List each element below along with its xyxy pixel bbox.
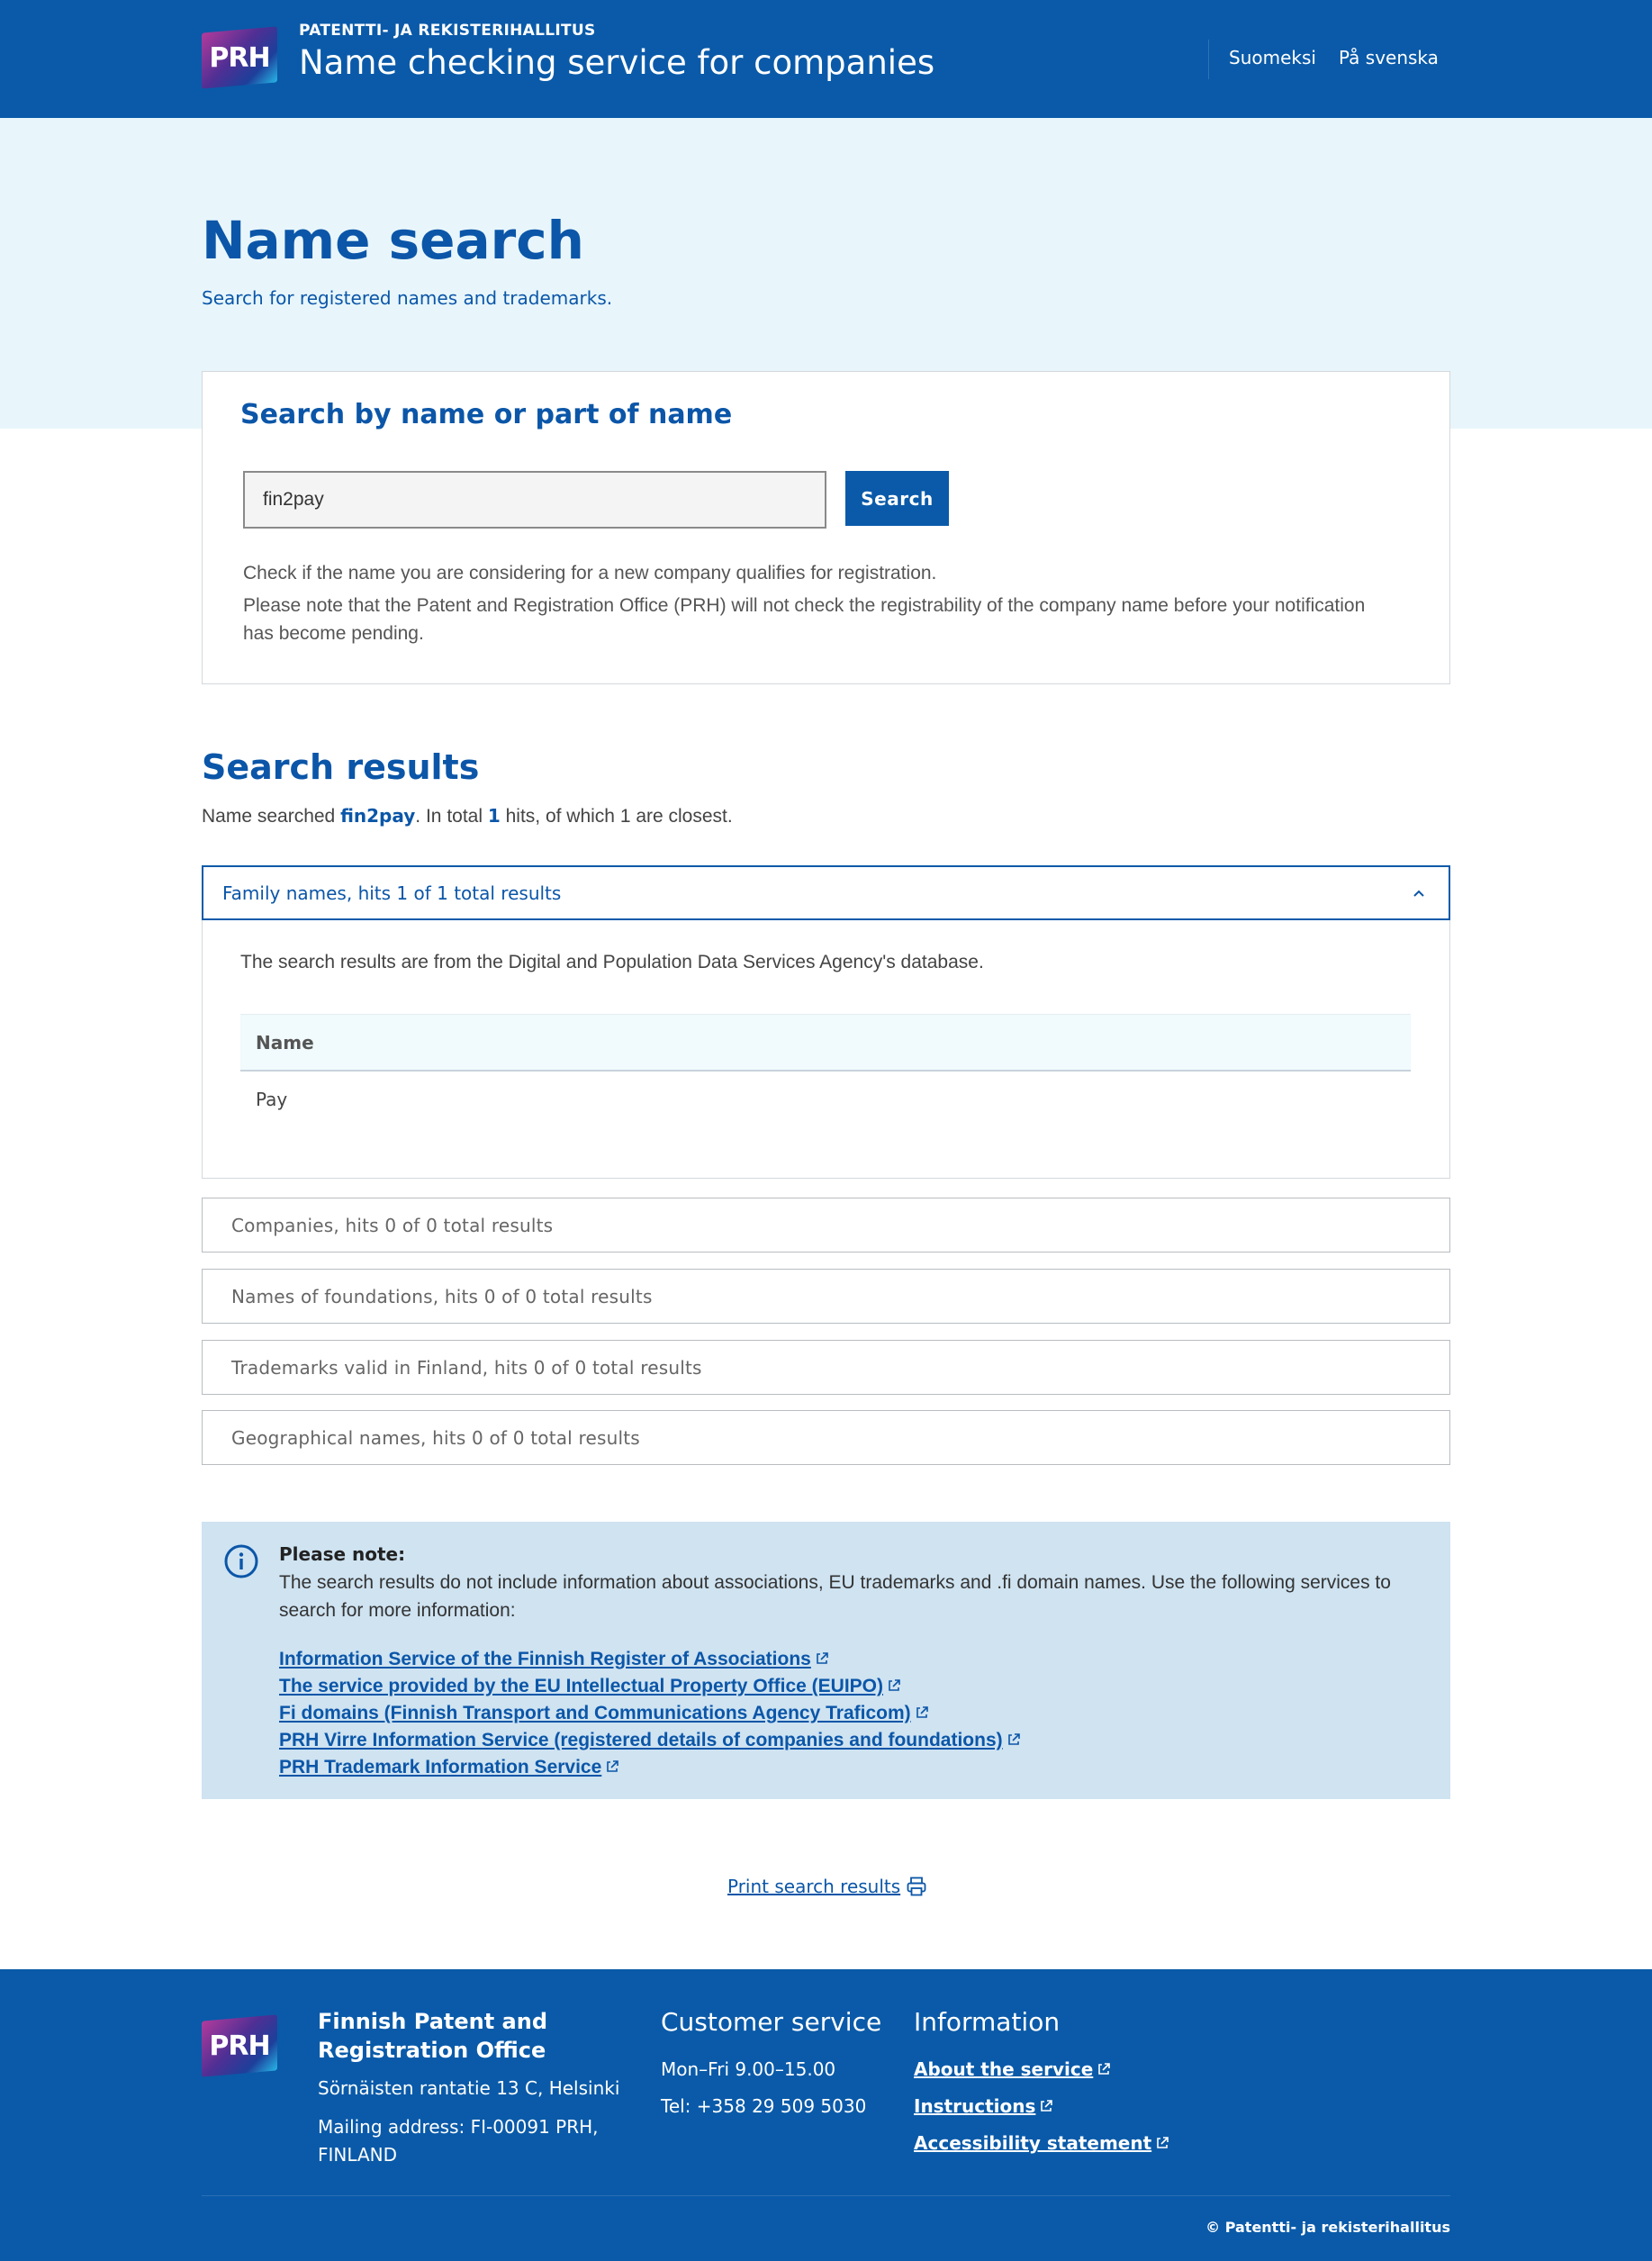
- results-title: Search results: [202, 747, 480, 787]
- org-name: PATENTTI- JA REKISTERIHALLITUS: [299, 22, 596, 40]
- table-row: Pay: [256, 1089, 288, 1110]
- external-link-icon: [1041, 2100, 1053, 2112]
- external-link-icon: [1007, 1733, 1020, 1745]
- information-heading: Information: [914, 2007, 1061, 2037]
- footer-org-name: Finnish Patent and Registration Office: [318, 2009, 548, 2063]
- customer-service-phone: Tel: +358 29 509 5030: [661, 2095, 867, 2117]
- search-heading: Search by name or part of name: [240, 399, 733, 430]
- printer-icon: [907, 1877, 926, 1896]
- search-button[interactable]: Search: [845, 471, 949, 526]
- results-summary: Name searched fin2pay. In total 1 hits, …: [202, 805, 733, 828]
- prh-logo: PRH: [202, 2014, 277, 2077]
- customer-service-hours: Mon–Fri 9.00–15.00: [661, 2058, 836, 2080]
- lang-swedish-link[interactable]: På svenska: [1339, 47, 1439, 68]
- results-table: Name Pay: [240, 1014, 1411, 1127]
- print-results-link[interactable]: Print search results: [727, 1876, 927, 1897]
- search-input[interactable]: [243, 471, 826, 529]
- footer-divider: [202, 2195, 1450, 2196]
- logo-text: PRH: [209, 2030, 270, 2062]
- accordion-geographical-names[interactable]: Geographical names, hits 0 of 0 total re…: [202, 1410, 1450, 1465]
- source-note: The search results are from the Digital …: [240, 952, 984, 972]
- logo-text: PRH: [209, 41, 270, 74]
- accordion-family-names[interactable]: Family names, hits 1 of 1 total results: [202, 865, 1450, 920]
- site-footer: PRH Finnish Patent and Registration Offi…: [0, 1969, 1652, 2261]
- external-link-icon: [916, 1706, 928, 1718]
- chevron-up-icon: [1413, 890, 1424, 897]
- link-fi-domains[interactable]: Fi domains (Finnish Transport and Commun…: [279, 1700, 1021, 1727]
- accordion-companies[interactable]: Companies, hits 0 of 0 total results: [202, 1198, 1450, 1253]
- external-link-icon: [817, 1652, 828, 1664]
- language-divider: [1208, 40, 1209, 79]
- page-subtitle: Search for registered names and trademar…: [202, 287, 613, 309]
- accordion-label: Names of foundations, hits 0 of 0 total …: [231, 1286, 653, 1307]
- info-icon: [224, 1544, 258, 1578]
- print-label: Print search results: [727, 1876, 901, 1897]
- accordion-label: Trademarks valid in Finland, hits 0 of 0…: [231, 1357, 702, 1379]
- accordion-panel: The search results are from the Digital …: [202, 920, 1450, 1179]
- searched-name: fin2pay: [340, 805, 416, 827]
- total-hits: 1: [487, 805, 501, 827]
- link-prh-virre[interactable]: PRH Virre Information Service (registere…: [279, 1727, 1021, 1754]
- app-title[interactable]: Name checking service for companies: [299, 43, 934, 82]
- accordion-trademarks[interactable]: Trademarks valid in Finland, hits 0 of 0…: [202, 1340, 1450, 1395]
- accordion-label: Companies, hits 0 of 0 total results: [231, 1215, 554, 1236]
- instructions-link[interactable]: Instructions: [914, 2095, 1053, 2117]
- page-title: Name search: [202, 210, 584, 271]
- notice-text: The search results do not include inform…: [279, 1572, 1391, 1621]
- notice-links: Information Service of the Finnish Regis…: [279, 1646, 1021, 1781]
- lang-finnish-link[interactable]: Suomeksi: [1229, 47, 1316, 68]
- external-link-icon: [889, 1679, 900, 1691]
- accordion-label: Family names, hits 1 of 1 total results: [222, 882, 562, 904]
- prh-logo[interactable]: PRH: [202, 26, 277, 89]
- customer-service-heading: Customer service: [661, 2007, 882, 2037]
- external-link-icon: [1098, 2063, 1111, 2075]
- link-euipo[interactable]: The service provided by the EU Intellect…: [279, 1673, 1021, 1700]
- summary-text: Name searched: [202, 806, 341, 827]
- search-info-line: Check if the name you are considering fo…: [243, 563, 937, 583]
- summary-text: . In total: [415, 806, 488, 827]
- accordion-foundations[interactable]: Names of foundations, hits 0 of 0 total …: [202, 1269, 1450, 1324]
- footer-address: Sörnäisten rantatie 13 C, Helsinki: [318, 2077, 620, 2099]
- search-info-line: Please note that the Patent and Registra…: [243, 595, 1366, 644]
- copyright: © Patentti- ja rekisterihallitus: [1205, 2219, 1450, 2236]
- site-header: PRH PATENTTI- JA REKISTERIHALLITUS Name …: [0, 0, 1652, 118]
- notice-box: Please note: The search results do not i…: [202, 1522, 1450, 1799]
- about-service-link[interactable]: About the service: [914, 2058, 1111, 2080]
- search-info: Check if the name you are considering fo…: [243, 559, 1395, 647]
- accessibility-statement-link[interactable]: Accessibility statement: [914, 2132, 1169, 2154]
- footer-mailing-address: Mailing address: FI-00091 PRH, FINLAND: [318, 2116, 599, 2166]
- external-link-icon: [1157, 2137, 1169, 2148]
- notice-title: Please note:: [279, 1543, 406, 1565]
- link-register-of-associations[interactable]: Information Service of the Finnish Regis…: [279, 1646, 1021, 1673]
- column-header-name: Name: [240, 1014, 1411, 1072]
- summary-text: hits, of which 1 are closest.: [500, 806, 733, 827]
- search-card: Search by name or part of name Search Ch…: [202, 371, 1450, 684]
- link-prh-trademark[interactable]: PRH Trademark Information Service: [279, 1754, 1021, 1781]
- accordion-label: Geographical names, hits 0 of 0 total re…: [231, 1427, 640, 1449]
- external-link-icon: [607, 1760, 619, 1772]
